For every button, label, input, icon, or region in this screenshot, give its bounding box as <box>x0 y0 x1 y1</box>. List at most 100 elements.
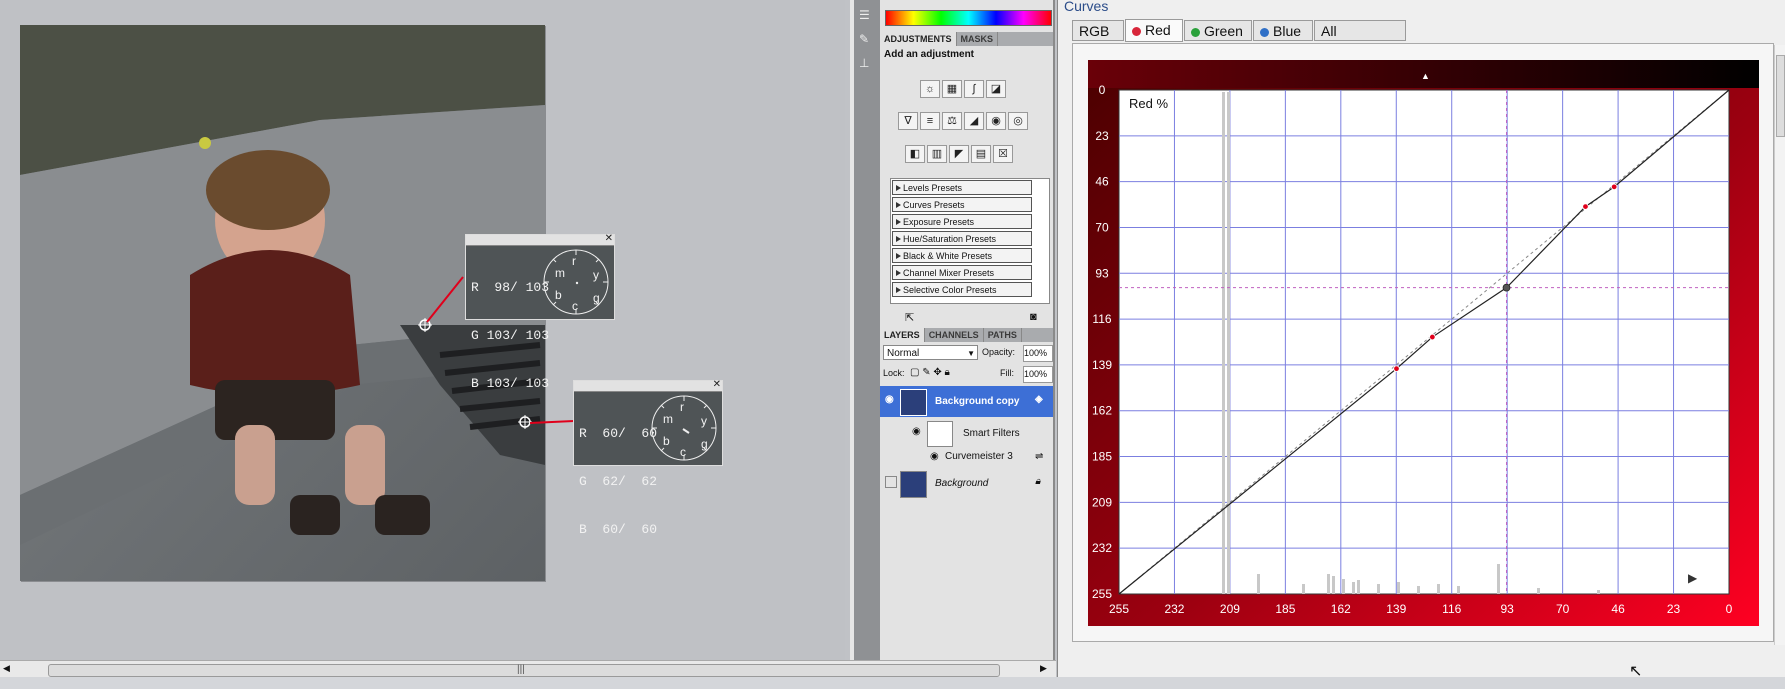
tab-red[interactable]: Red <box>1125 19 1183 42</box>
photo-filter-icon[interactable]: ◉ <box>986 112 1006 130</box>
blend-mode-value: Normal <box>887 348 920 359</box>
eye-icon[interactable]: ◉ <box>930 451 939 462</box>
layer-thumbnail <box>900 389 927 416</box>
preset-selective-color[interactable]: Selective Color Presets <box>892 282 1032 297</box>
blend-mode-select[interactable]: Normal ▼ <box>883 345 978 360</box>
y-tick-label: 185 <box>1092 450 1112 464</box>
window-title: Curves <box>1064 0 1109 14</box>
preset-black-white[interactable]: Black & White Presets <box>892 248 1032 263</box>
close-icon[interactable]: ✕ <box>605 233 613 244</box>
x-tick-label: 93 <box>1501 602 1515 616</box>
x-tick-label: 70 <box>1556 602 1570 616</box>
levels-icon[interactable]: ▦ <box>942 80 962 98</box>
eye-icon[interactable]: ◉ <box>885 394 894 405</box>
tab-layers[interactable]: LAYERS <box>880 328 925 342</box>
tab-all[interactable]: All <box>1314 20 1406 41</box>
brush-icon[interactable]: ✎ <box>859 32 879 46</box>
layer-row-curvemeister[interactable]: ◉ Curvemeister 3 ⇌ <box>880 450 1053 464</box>
stamp-icon[interactable]: ⊥ <box>859 56 879 70</box>
tab-blue[interactable]: Blue <box>1253 20 1313 41</box>
layer-row-background-copy[interactable]: ◉ Background copy ◈ <box>880 386 1053 417</box>
histogram-bar <box>1327 574 1330 594</box>
fill-input[interactable]: 100% <box>1023 366 1053 383</box>
scroll-right-icon[interactable]: ▶ <box>1040 663 1047 674</box>
camera-icon[interactable]: ◙ <box>1030 311 1037 323</box>
tab-rgb[interactable]: RGB <box>1072 20 1124 41</box>
probe-titlebar[interactable]: ✕ <box>466 233 614 246</box>
preset-levels[interactable]: Levels Presets <box>892 180 1032 195</box>
probe-r-value: R 98/ 103 <box>471 280 550 295</box>
exposure-icon[interactable]: ◪ <box>986 80 1006 98</box>
tab-adjustments[interactable]: ADJUSTMENTS <box>880 32 957 46</box>
document-canvas[interactable]: ✕ R 98/ 103 G 103/ 103 B 103/ 103 m r y … <box>0 0 845 660</box>
x-tick-label: 46 <box>1611 602 1625 616</box>
smart-object-icon: ◈ <box>1035 394 1043 405</box>
curves-icon[interactable]: ∫ <box>964 80 984 98</box>
close-icon[interactable]: ✕ <box>713 379 721 390</box>
wheel-label-r: r <box>680 400 684 414</box>
color-balance-icon[interactable]: ⚖ <box>942 112 962 130</box>
preset-curves[interactable]: Curves Presets <box>892 197 1032 212</box>
preset-exposure[interactable]: Exposure Presets <box>892 214 1032 229</box>
preset-hue-saturation[interactable]: Hue/Saturation Presets <box>892 231 1032 246</box>
gradient-map-icon[interactable]: ▤ <box>971 145 991 163</box>
opacity-input[interactable]: 100% <box>1023 345 1053 362</box>
y-tick-label: 255 <box>1092 587 1112 601</box>
chevron-down-icon: ▼ <box>967 349 975 358</box>
probe-g-value: G 103/ 103 <box>471 328 550 343</box>
layer-name: Background <box>935 478 989 489</box>
scrollbar-thumb[interactable] <box>1776 55 1785 137</box>
threshold-icon[interactable]: ◤ <box>949 145 969 163</box>
tab-green[interactable]: Green <box>1184 20 1252 41</box>
curves-chart[interactable]: Red % ▲ ▶ 0 23 46 70 93 116 139 162 185 209 232 255… <box>1088 60 1759 626</box>
wheel-label-b: b <box>555 288 562 302</box>
mouse-cursor-icon: ↖ <box>1629 663 1643 680</box>
horizontal-scrollbar[interactable]: ◀ ||| ▶ <box>0 660 1056 678</box>
tab-label: Green <box>1204 23 1243 39</box>
wheel-label-m: m <box>663 412 673 426</box>
probe-titlebar[interactable]: ✕ <box>574 379 722 392</box>
histogram-bar <box>1457 586 1460 594</box>
opacity-label: Opacity: <box>982 347 1016 357</box>
lock-icons[interactable]: ▢ ✎ ✥ 🔒︎ <box>910 367 950 378</box>
tab-paths[interactable]: PATHS <box>984 328 1022 342</box>
control-point <box>1582 203 1589 210</box>
tab-channels[interactable]: CHANNELS <box>925 328 984 342</box>
vertical-scrollbar[interactable] <box>1774 45 1785 645</box>
channel-mixer-icon[interactable]: ◎ <box>1008 112 1028 130</box>
selected-control-point <box>1502 283 1511 292</box>
eye-icon[interactable]: ◉ <box>912 426 921 437</box>
wheel-label-y: y <box>701 414 707 428</box>
visibility-box[interactable] <box>885 476 897 488</box>
layer-row-smart-filters[interactable]: ◉ Smart Filters <box>880 418 1053 448</box>
black-white-icon[interactable]: ◢ <box>964 112 984 130</box>
play-icon[interactable]: ▶ <box>1688 571 1698 585</box>
y-tick-label: 209 <box>1092 495 1112 509</box>
scroll-left-icon[interactable]: ◀ <box>3 663 10 674</box>
selective-color-icon[interactable]: ☒ <box>993 145 1013 163</box>
color-probe-1[interactable]: ✕ R 98/ 103 G 103/ 103 B 103/ 103 m r y … <box>465 233 615 391</box>
preset-channel-mixer[interactable]: Channel Mixer Presets <box>892 265 1032 280</box>
color-spectrum-bar[interactable] <box>885 10 1052 26</box>
histogram-bar <box>1357 580 1360 594</box>
color-probe-2[interactable]: ✕ R 60/ 60 G 62/ 62 B 60/ 60 m r y b c g <box>573 379 723 537</box>
layer-row-background[interactable]: Background 🔒︎ <box>880 468 1053 499</box>
brightness-icon[interactable]: ☼ <box>920 80 940 98</box>
filter-options-icon[interactable]: ⇌ <box>1035 451 1043 462</box>
curves-window: Curves RGB Red Green Blue All Red % ▲ ▶ … <box>1057 0 1785 680</box>
wheel-label-c: c <box>680 445 686 459</box>
probe-leader-line-2 <box>530 420 575 424</box>
vibrance-icon[interactable]: ∇ <box>898 112 918 130</box>
return-icon[interactable]: ⇱ <box>905 311 914 324</box>
hue-saturation-icon[interactable]: ≡ <box>920 112 940 130</box>
tab-masks[interactable]: MASKS <box>957 32 999 46</box>
y-tick-label: 116 <box>1092 312 1111 326</box>
invert-icon[interactable]: ◧ <box>905 145 925 163</box>
wheel-label-r: r <box>572 254 576 268</box>
posterize-icon[interactable]: ▥ <box>927 145 947 163</box>
scrollbar-thumb[interactable]: ||| <box>48 664 1000 677</box>
layers-tabbar: LAYERS CHANNELS PATHS <box>880 328 1053 342</box>
sliders-icon[interactable]: ☰ <box>859 8 879 22</box>
probe-b-value: B 60/ 60 <box>579 522 658 537</box>
y-tick-label: 93 <box>1095 266 1109 280</box>
